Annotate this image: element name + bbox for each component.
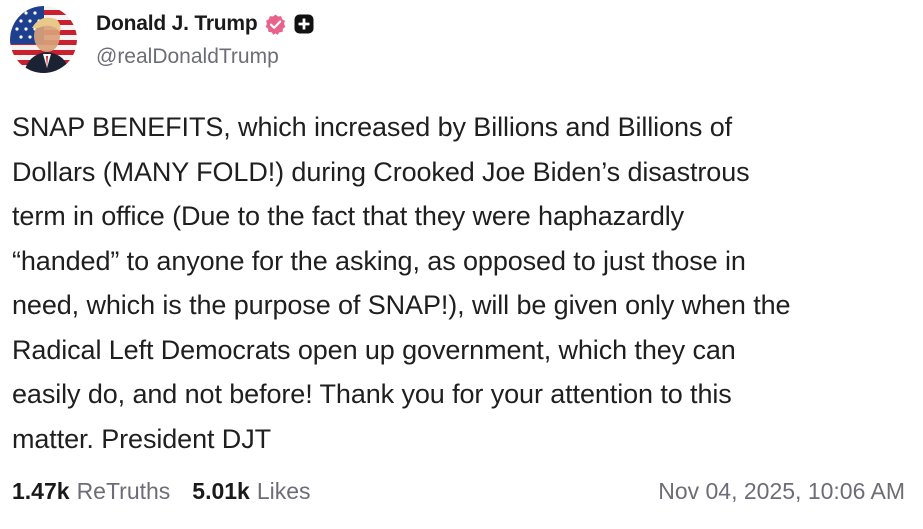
retruths-count: 1.47k xyxy=(12,477,70,504)
author-name-row: Donald J. Trump xyxy=(96,9,314,39)
avatar[interactable] xyxy=(10,6,77,73)
author-name[interactable]: Donald J. Trump xyxy=(96,12,258,36)
truth-post: Donald J. Trump @realDonaldTrump SNAP BE… xyxy=(0,0,923,529)
verified-badge-icon xyxy=(265,13,285,35)
likes-count: 5.01k xyxy=(192,477,250,504)
retruths-stat[interactable]: 1.47k ReTruths xyxy=(12,478,170,505)
likes-label: Likes xyxy=(256,477,311,504)
post-footer: 1.47k ReTruths 5.01k Likes Nov 04, 2025,… xyxy=(12,476,905,506)
plus-square-icon xyxy=(294,14,314,34)
retruths-label: ReTruths xyxy=(76,477,171,504)
author-handle[interactable]: @realDonaldTrump xyxy=(96,45,279,69)
post-timestamp[interactable]: Nov 04, 2025, 10:06 AM xyxy=(658,478,905,505)
post-text: SNAP BENEFITS, which increased by Billio… xyxy=(12,112,791,454)
likes-stat[interactable]: 5.01k Likes xyxy=(192,478,310,505)
